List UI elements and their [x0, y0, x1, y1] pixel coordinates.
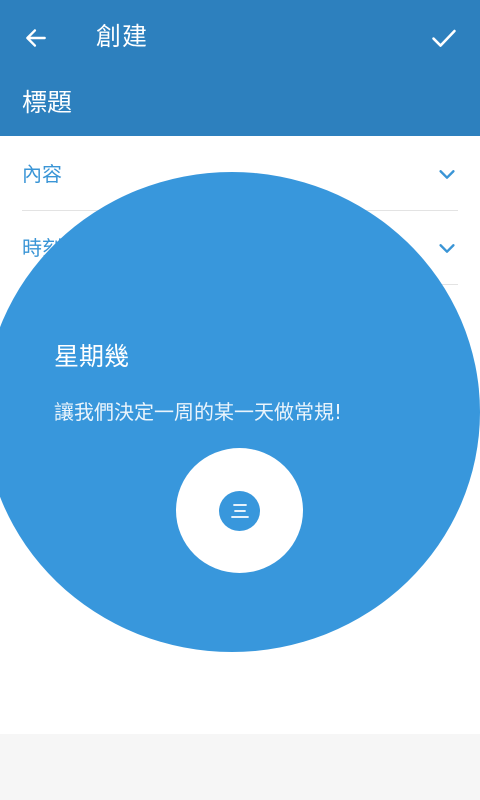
showcase-description: 讓我們決定一周的某一天做常規!	[54, 400, 343, 424]
menu-lines-icon	[230, 504, 249, 518]
check-icon	[432, 29, 456, 47]
chevron-down-icon	[439, 170, 455, 179]
back-button[interactable]	[14, 16, 58, 60]
arrow-left-icon	[26, 29, 46, 47]
title-input[interactable]: 標題	[22, 84, 442, 122]
weekday-button[interactable]	[219, 491, 260, 531]
page-title: 創建	[96, 22, 149, 51]
chevron-down-icon	[439, 244, 455, 253]
bottom-bar	[0, 734, 480, 800]
showcase-title: 星期幾	[54, 342, 130, 371]
confirm-button[interactable]	[422, 16, 466, 60]
content-label: 內容	[22, 162, 62, 186]
app-bar: 創建 標題	[0, 0, 480, 136]
